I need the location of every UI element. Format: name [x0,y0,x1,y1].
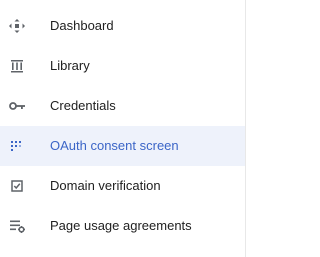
library-icon [8,58,26,74]
sidebar-nav: Dashboard Library Credentials OAuth cons… [0,0,246,257]
key-icon [8,98,26,114]
sidebar-item-dashboard[interactable]: Dashboard [0,6,245,46]
dashboard-icon [8,18,26,34]
sidebar-item-domain-verification[interactable]: Domain verification [0,166,245,206]
sidebar-item-library[interactable]: Library [0,46,245,86]
sidebar-item-page-usage-agreements[interactable]: Page usage agreements [0,206,245,246]
settings-list-icon [8,218,26,234]
consent-grid-icon [8,138,26,154]
sidebar-item-label: Domain verification [50,178,161,193]
sidebar-item-credentials[interactable]: Credentials [0,86,245,126]
sidebar-item-label: Dashboard [50,18,114,33]
sidebar-item-oauth-consent-screen[interactable]: OAuth consent screen [0,126,245,166]
checkbox-icon [8,178,26,194]
sidebar-item-label: Page usage agreements [50,218,192,233]
sidebar-item-label: Library [50,58,90,73]
sidebar-item-label: Credentials [50,98,116,113]
sidebar-item-label: OAuth consent screen [50,138,179,153]
